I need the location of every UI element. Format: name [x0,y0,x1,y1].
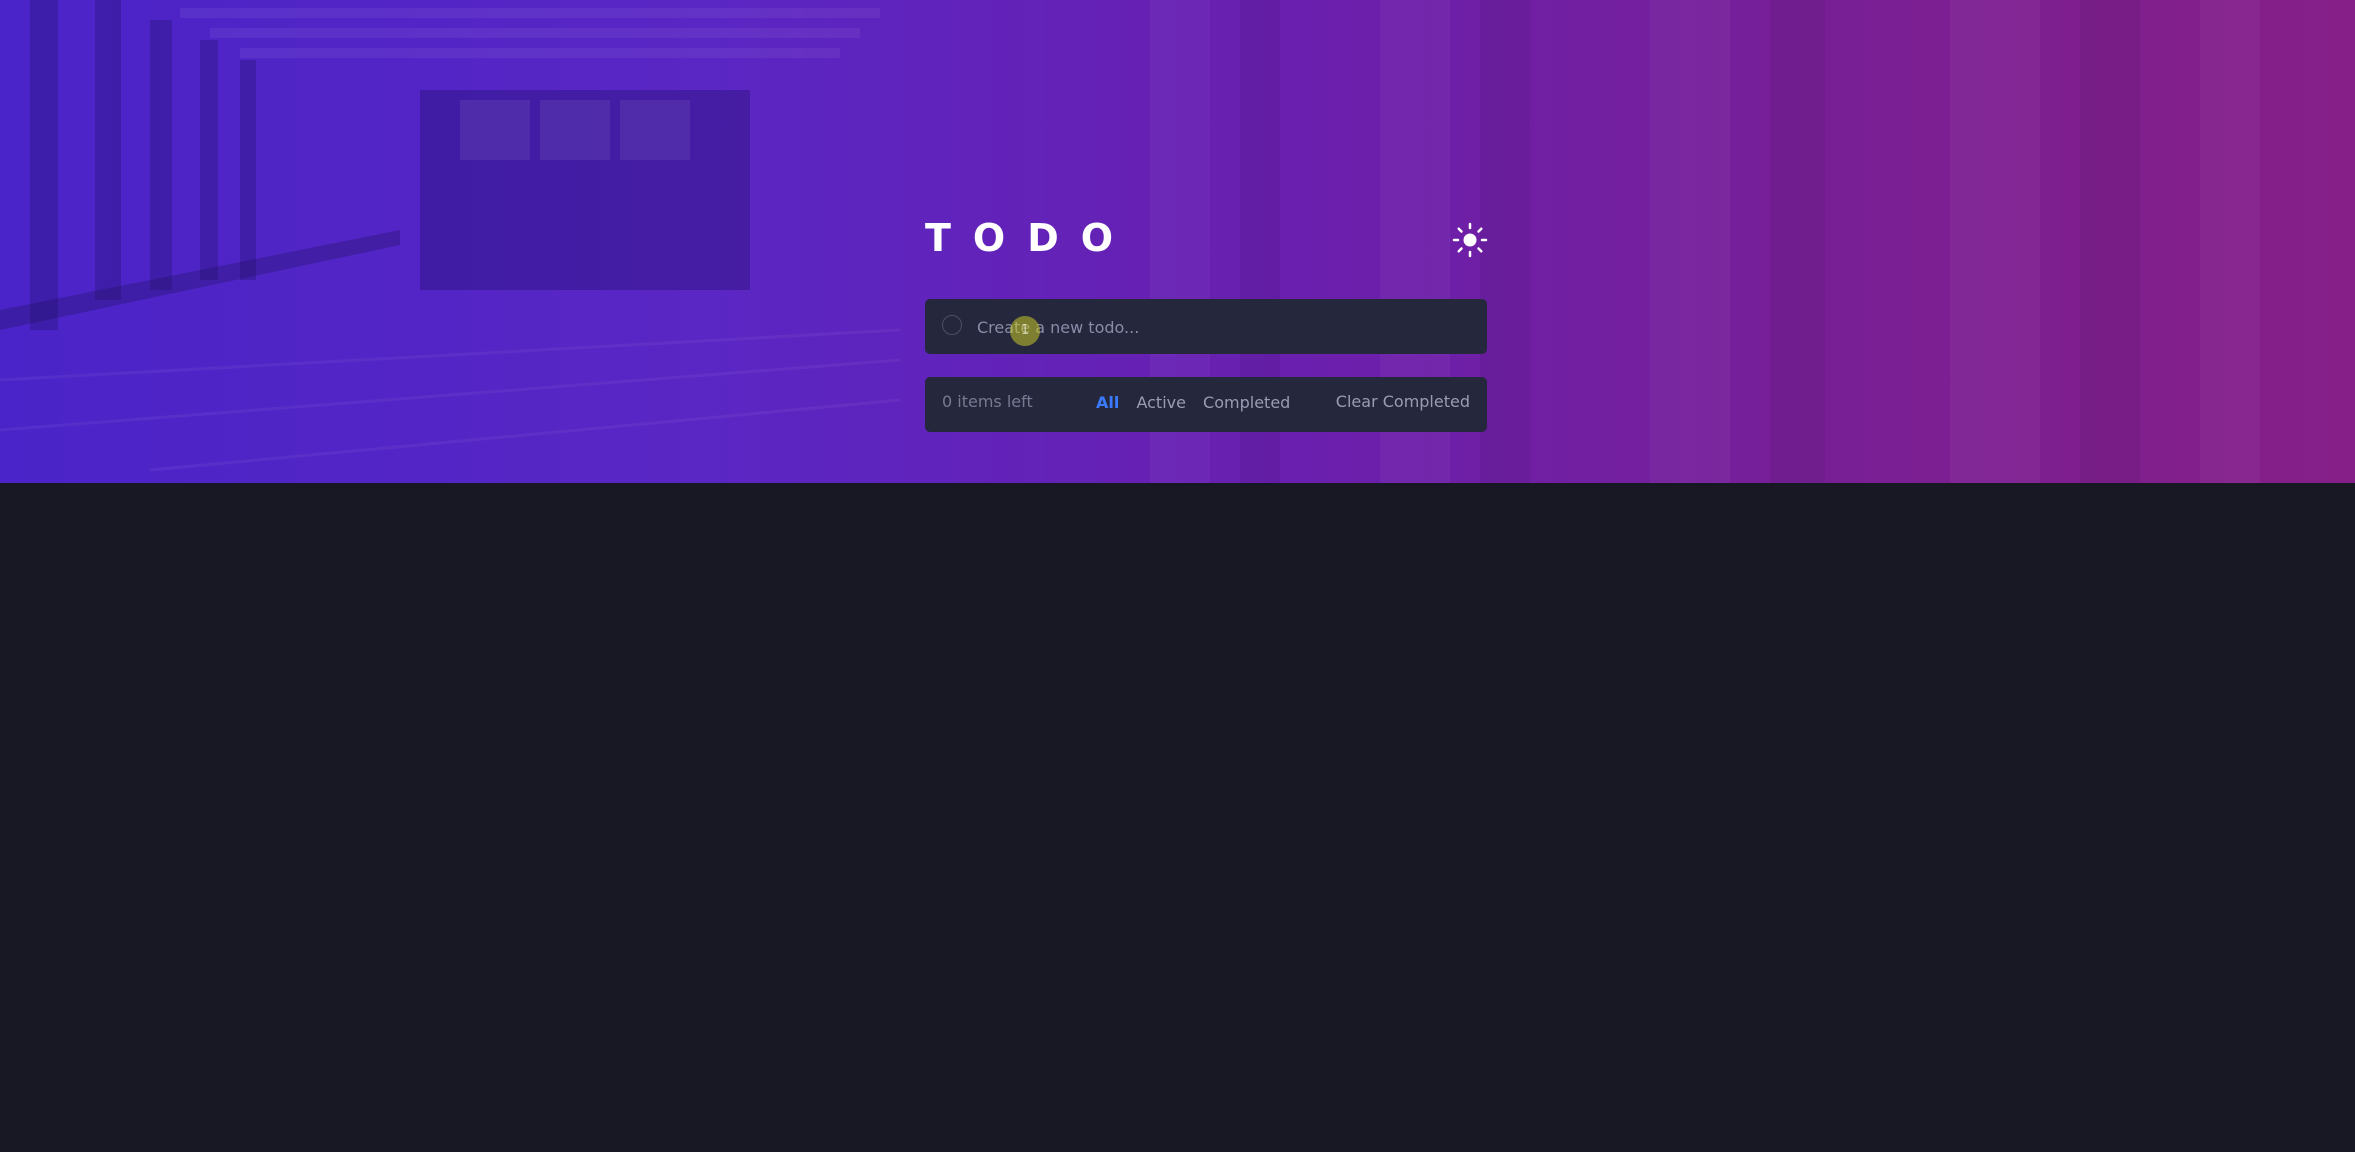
filter-completed[interactable]: Completed [1203,377,1290,429]
todo-app: TODO 1 0 items le [0,0,2355,1152]
filter-group: All Active Completed [1096,377,1302,429]
theme-toggle-button[interactable] [1452,222,1488,258]
new-todo-input[interactable] [975,299,1469,356]
new-todo-checkbox[interactable] [942,315,962,335]
clear-completed-button[interactable]: Clear Completed [1336,377,1470,426]
filter-active[interactable]: Active [1136,377,1186,429]
items-left-count: 0 items left [942,392,1033,411]
sun-icon [1452,222,1488,258]
todo-footer: 0 items left All Active Completed Clear … [925,377,1487,432]
new-todo-row: 1 [925,299,1487,356]
filter-all[interactable]: All [1096,377,1119,429]
app-title: TODO [925,216,1136,260]
